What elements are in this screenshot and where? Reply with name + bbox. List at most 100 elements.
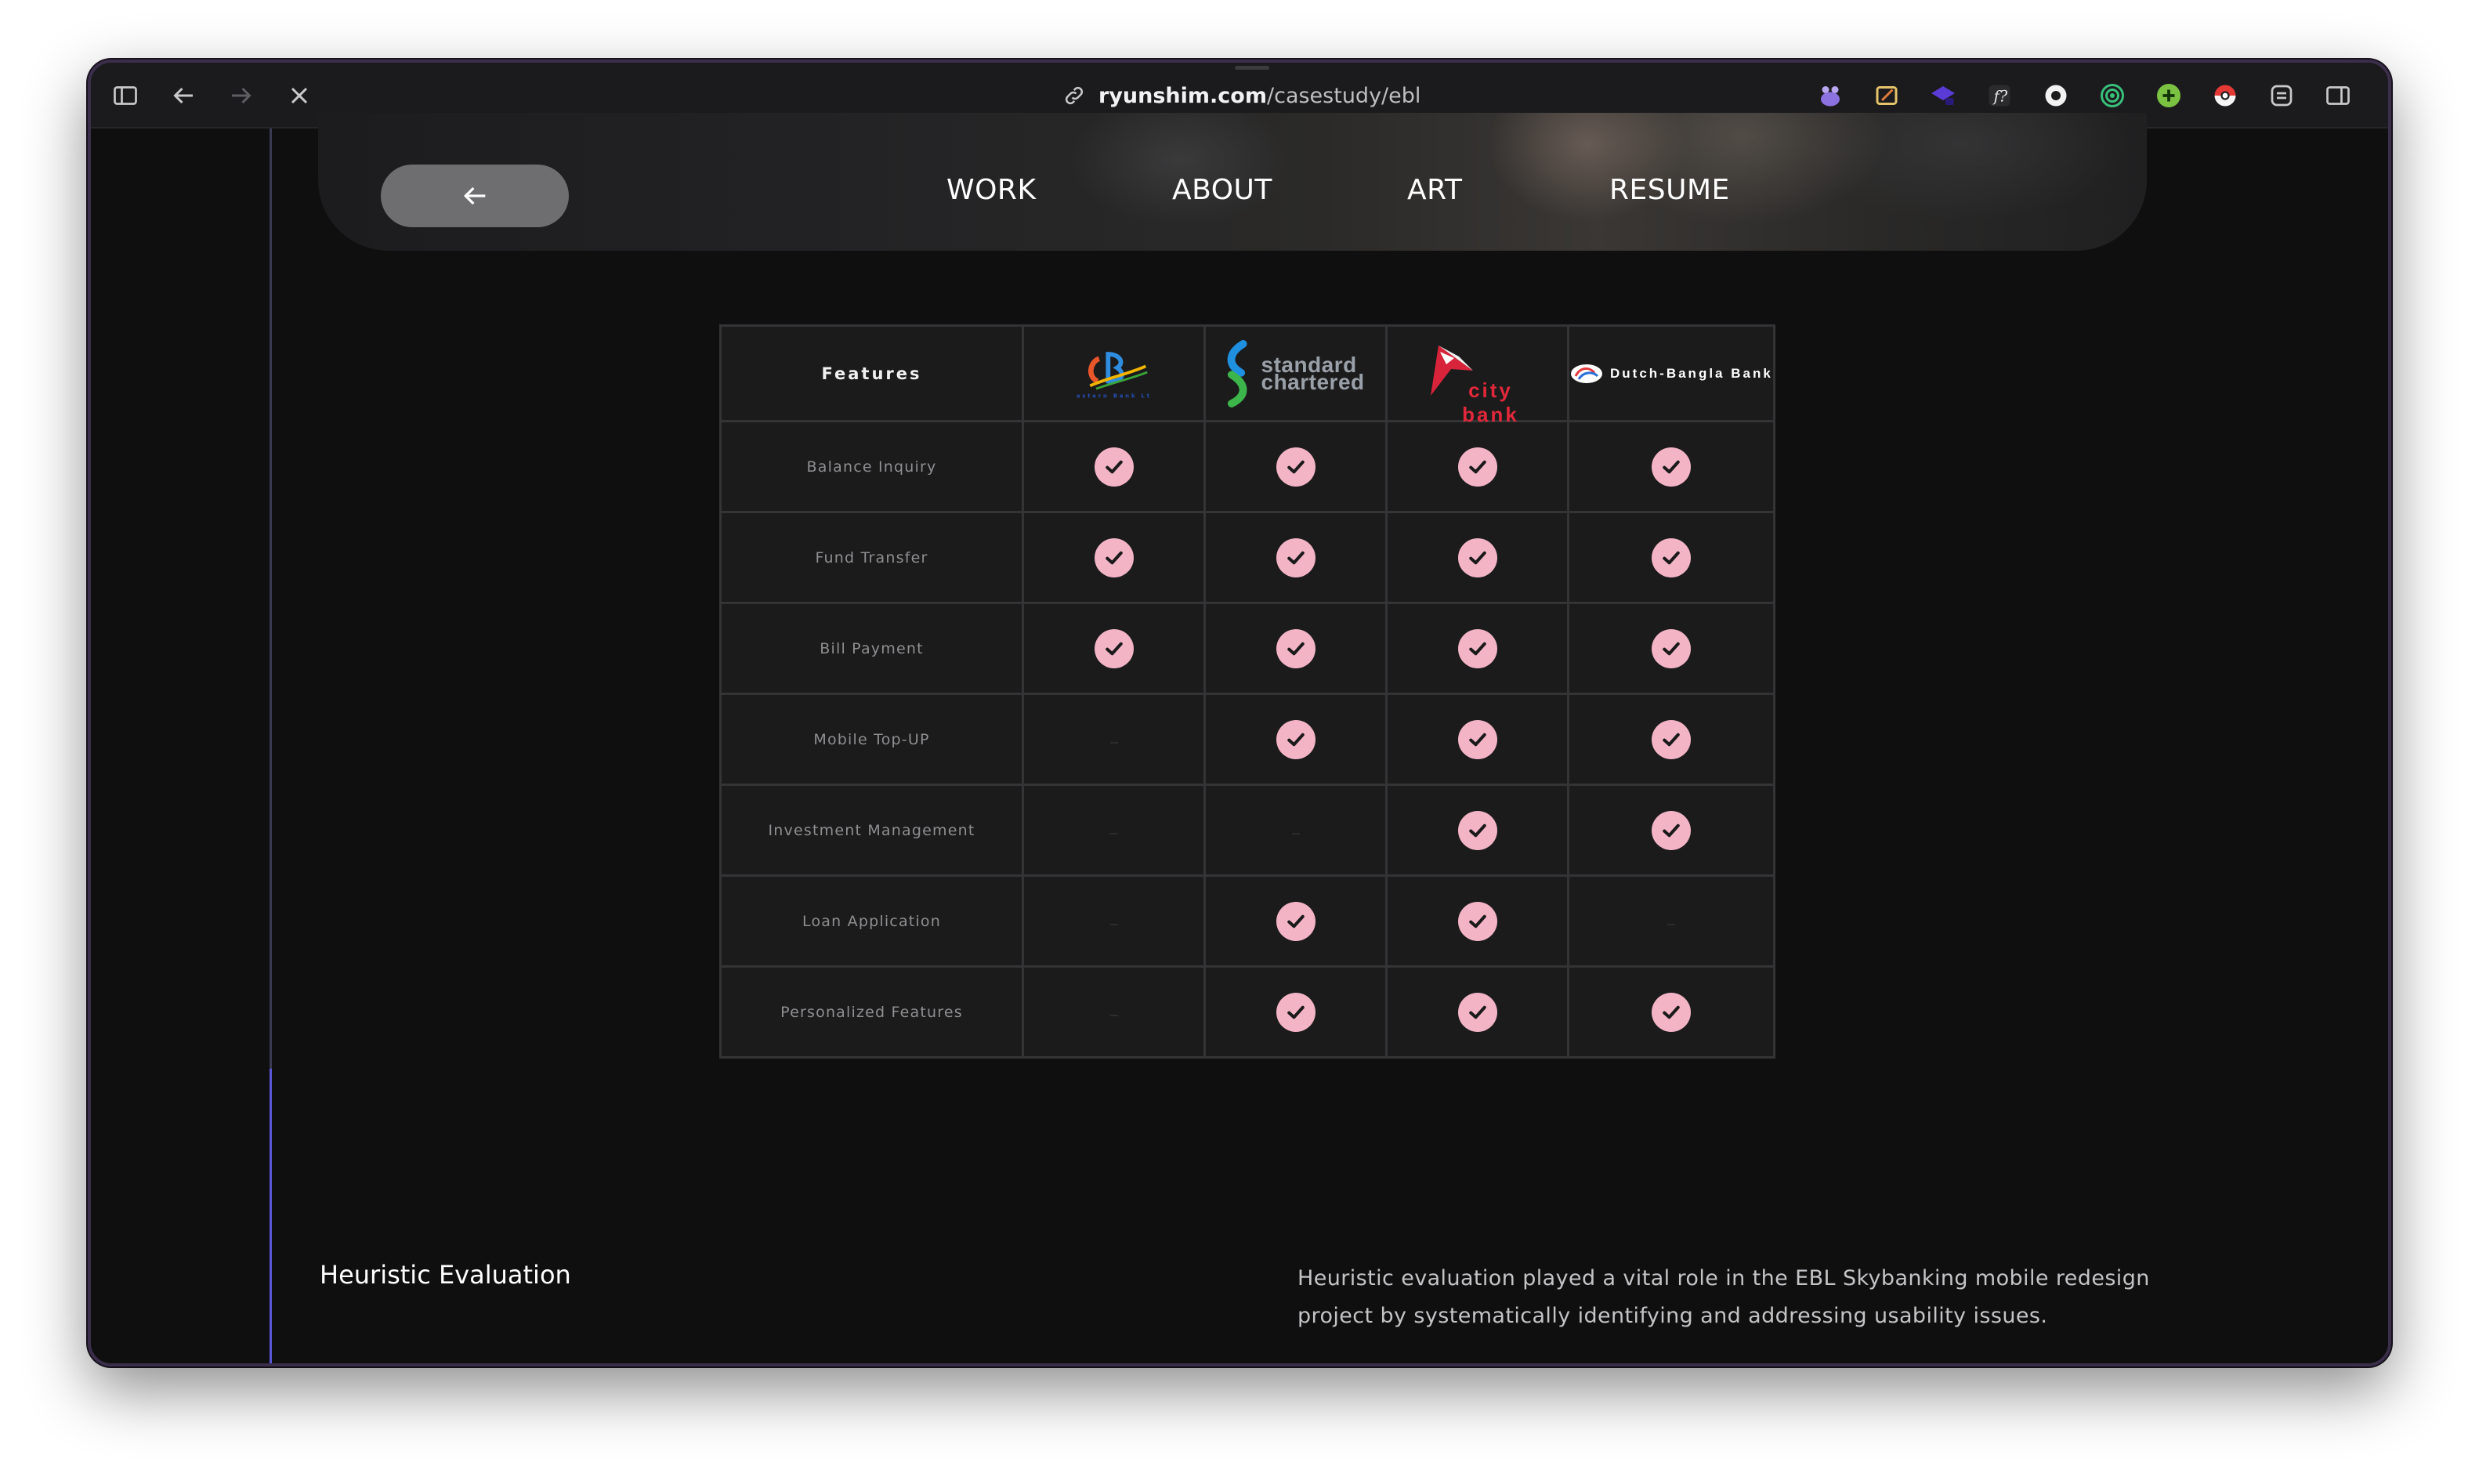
ebl-logo-text: Eastern Bank Ltd bbox=[1077, 393, 1152, 399]
checkmark-icon bbox=[1094, 537, 1134, 577]
support-cell bbox=[1385, 511, 1569, 604]
left-accent-rule bbox=[270, 1069, 272, 1363]
feature-label: Balance Inquiry bbox=[806, 458, 937, 476]
feature-label: Loan Application bbox=[802, 912, 941, 930]
checkmark-icon bbox=[1276, 447, 1315, 487]
checkmark-icon bbox=[1651, 992, 1691, 1032]
graduation-extension-icon[interactable] bbox=[1926, 78, 1960, 113]
support-cell bbox=[1385, 420, 1569, 513]
split-view-icon[interactable] bbox=[2321, 78, 2355, 113]
svg-text:f?: f? bbox=[1992, 88, 2008, 106]
feature-label-cell: Fund Transfer bbox=[719, 511, 1024, 604]
url-host: ryunshim.com bbox=[1098, 83, 1267, 108]
unsupported-dash-icon bbox=[1667, 924, 1675, 925]
window-drag-handle[interactable] bbox=[1235, 66, 1269, 70]
plus-extension-icon[interactable] bbox=[2151, 78, 2186, 113]
checkmark-icon bbox=[1651, 537, 1691, 577]
feature-label-cell: Loan Application bbox=[719, 874, 1024, 968]
dutch-bangla-logo: Dutch-Bangla Bank bbox=[1569, 327, 1773, 420]
support-cell bbox=[1385, 965, 1569, 1059]
support-cell bbox=[1567, 874, 1775, 968]
bank-logo-city-bank: city bank bbox=[1385, 324, 1569, 426]
features-header: Features bbox=[719, 324, 1024, 422]
standard-chartered-logo: standard chartered bbox=[1206, 327, 1385, 420]
support-cell bbox=[1203, 965, 1388, 1059]
frog-extension-icon[interactable] bbox=[1813, 78, 1847, 113]
feature-label-cell: Investment Management bbox=[719, 784, 1024, 877]
address-bar[interactable]: ryunshim.com/casestudy/ebl bbox=[1062, 78, 1501, 113]
checkmark-icon bbox=[1651, 719, 1691, 759]
link-icon bbox=[1065, 86, 1084, 105]
support-cell bbox=[1203, 602, 1388, 695]
support-cell bbox=[1022, 511, 1206, 604]
checkmark-icon bbox=[1651, 628, 1691, 668]
font-extension-icon[interactable]: f? bbox=[1982, 78, 2017, 113]
support-cell bbox=[1203, 420, 1388, 513]
feature-label: Fund Transfer bbox=[815, 548, 928, 566]
nav-link-resume[interactable]: RESUME bbox=[1609, 174, 1730, 206]
checkmark-icon bbox=[1457, 447, 1497, 487]
feature-label: Bill Payment bbox=[820, 639, 924, 657]
unsupported-dash-icon bbox=[1109, 924, 1118, 925]
table-row: Mobile Top-UP bbox=[719, 693, 1775, 786]
ebl-logo: Eastern Bank Ltd bbox=[1024, 327, 1203, 420]
table-header-row: Features Eastern Bank Ltd bbox=[719, 324, 1775, 426]
support-cell bbox=[1203, 693, 1388, 786]
support-cell bbox=[1567, 602, 1775, 695]
bank-logo-ebl: Eastern Bank Ltd bbox=[1022, 324, 1206, 422]
city-bank-wordmark: city bank bbox=[1462, 378, 1519, 426]
browser-window: ryunshim.com/casestudy/ebl f? WORK ABOUT… bbox=[88, 60, 2391, 1366]
sidebar-toggle-icon[interactable] bbox=[110, 80, 141, 111]
support-cell bbox=[1022, 965, 1206, 1059]
nav-link-art[interactable]: ART bbox=[1407, 174, 1463, 206]
url-path: /casestudy/ebl bbox=[1267, 83, 1421, 108]
city-bank-logo: city bank bbox=[1388, 327, 1567, 426]
circle-extension-icon[interactable] bbox=[2039, 78, 2073, 113]
unsupported-dash-icon bbox=[1109, 1015, 1118, 1016]
checkmark-icon bbox=[1457, 992, 1497, 1032]
table-row: Investment Management bbox=[719, 784, 1775, 877]
feature-label: Personalized Features bbox=[780, 1003, 963, 1021]
stop-loading-icon[interactable] bbox=[284, 80, 315, 111]
support-cell bbox=[1567, 420, 1775, 513]
feature-label: Investment Management bbox=[768, 821, 975, 839]
feature-label-cell: Personalized Features bbox=[719, 965, 1024, 1059]
support-cell bbox=[1385, 874, 1569, 968]
support-cell bbox=[1567, 965, 1775, 1059]
back-arrow-icon[interactable] bbox=[168, 80, 199, 111]
feature-label: Mobile Top-UP bbox=[813, 730, 930, 748]
support-cell bbox=[1385, 693, 1569, 786]
table-body: Balance Inquiry Fund Transfer Bill Payment… bbox=[719, 420, 1775, 1059]
checkmark-icon bbox=[1276, 719, 1315, 759]
notes-extension-icon[interactable] bbox=[1869, 78, 1904, 113]
checkmark-icon bbox=[1457, 719, 1497, 759]
support-cell bbox=[1567, 693, 1775, 786]
checkmark-icon bbox=[1094, 447, 1134, 487]
table-row: Personalized Features bbox=[719, 965, 1775, 1059]
unsupported-dash-icon bbox=[1291, 833, 1300, 834]
table-row: Fund Transfer bbox=[719, 511, 1775, 604]
support-cell bbox=[1385, 784, 1569, 877]
support-cell bbox=[1203, 511, 1388, 604]
forward-arrow-icon[interactable] bbox=[226, 80, 257, 111]
settings-extension-icon[interactable] bbox=[2264, 78, 2299, 113]
checkmark-icon bbox=[1457, 628, 1497, 668]
section-body: Heuristic evaluation played a vital role… bbox=[1297, 1266, 2150, 1328]
checkmark-icon bbox=[1276, 992, 1315, 1032]
checkmark-icon bbox=[1276, 901, 1315, 941]
target-extension-icon[interactable] bbox=[2095, 78, 2130, 113]
support-cell bbox=[1203, 784, 1388, 877]
checkmark-icon bbox=[1094, 628, 1134, 668]
support-cell bbox=[1022, 693, 1206, 786]
page-content: WORK ABOUT ART RESUME Features astern Ba… bbox=[91, 113, 2388, 1363]
nav-link-work[interactable]: WORK bbox=[946, 174, 1037, 206]
back-button[interactable] bbox=[381, 165, 569, 227]
pokeball-extension-icon[interactable] bbox=[2208, 78, 2242, 113]
bank-logo-dutch-bangla: Dutch-Bangla Bank bbox=[1567, 324, 1775, 422]
feature-label-cell: Bill Payment bbox=[719, 602, 1024, 695]
checkmark-icon bbox=[1457, 901, 1497, 941]
support-cell bbox=[1022, 602, 1206, 695]
checkmark-icon bbox=[1457, 537, 1497, 577]
nav-link-about[interactable]: ABOUT bbox=[1172, 174, 1272, 206]
support-cell bbox=[1203, 874, 1388, 968]
